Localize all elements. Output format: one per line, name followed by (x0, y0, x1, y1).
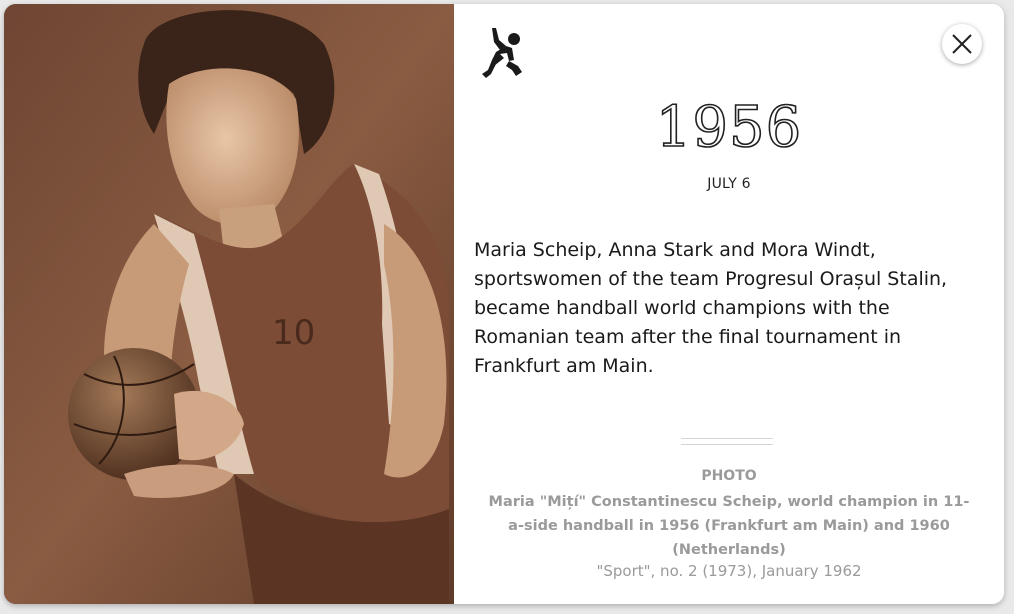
close-icon (952, 34, 972, 54)
photo-source: "Sport", no. 2 (1973), January 1962 (596, 562, 862, 580)
photo-label: PHOTO (701, 468, 757, 484)
event-date: JULY 6 (707, 176, 751, 192)
jersey-number: 10 (272, 313, 315, 353)
event-year: 1956 (655, 95, 803, 161)
handball-player-icon (478, 26, 526, 82)
section-divider (681, 438, 773, 445)
photo-caption: Maria "Mițí" Constantinescu Scheip, worl… (488, 494, 970, 558)
close-button[interactable] (942, 24, 982, 64)
photo-image: 10 (4, 4, 454, 604)
event-details: 1956 JULY 6 Maria Scheip, Anna Stark and… (454, 4, 1004, 604)
historical-photo: 10 (4, 4, 454, 604)
event-description: Maria Scheip, Anna Stark and Mora Windt,… (474, 239, 948, 377)
event-card: 10 1956 JULY 6 Maria Scheip, Anna Stark … (4, 4, 1004, 604)
